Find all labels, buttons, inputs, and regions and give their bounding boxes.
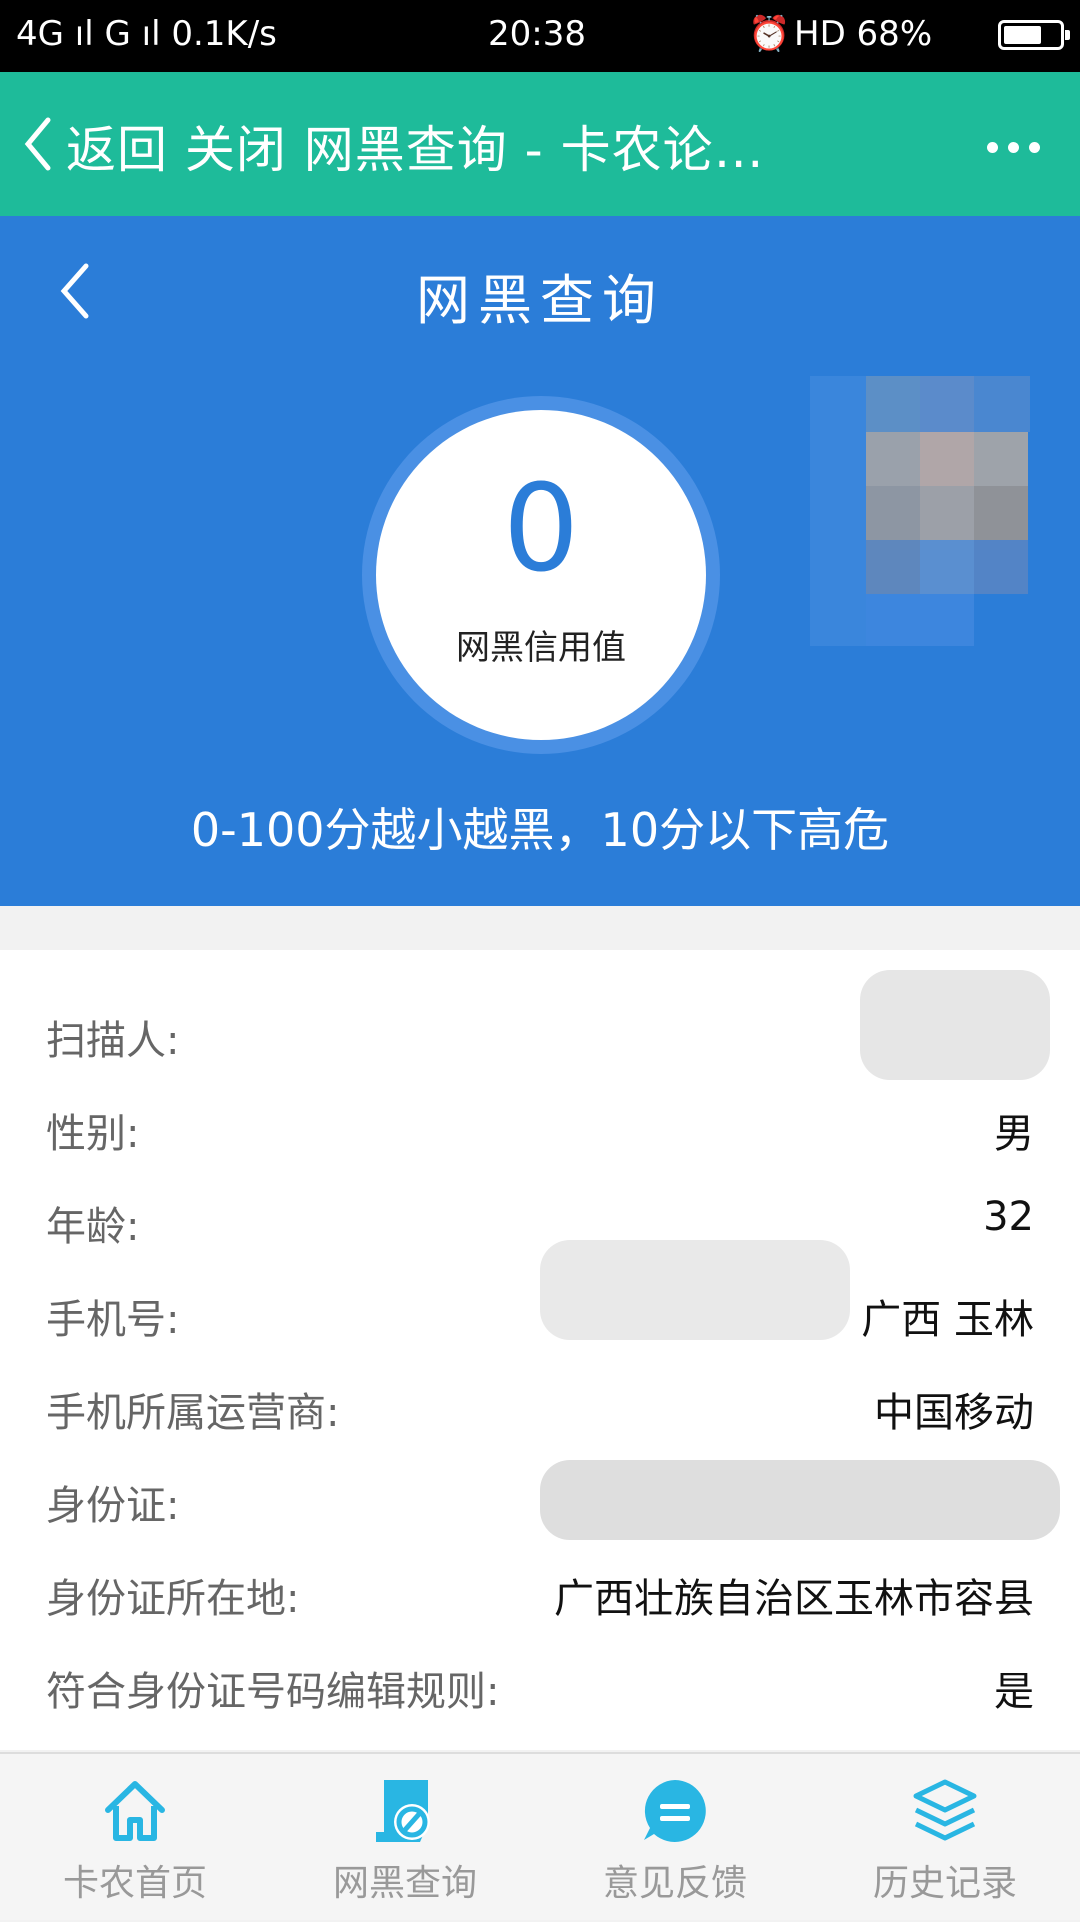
detail-value: 广西 玉林	[861, 1297, 1034, 1343]
detail-label: 身份证所在地:	[46, 1576, 300, 1622]
detail-value: 中国移动	[874, 1390, 1034, 1436]
page-title: 网黑查询	[416, 269, 664, 332]
detail-label: 身份证:	[46, 1483, 180, 1529]
score-note: 0-100分越小越黑，10分以下高危	[190, 803, 890, 857]
redacted-phone	[540, 1240, 850, 1340]
status-time: 20:38	[488, 14, 586, 54]
blacklist-search-icon	[376, 1780, 430, 1842]
tab-label: 历史记录	[872, 1863, 1017, 1904]
more-options-icon[interactable]	[977, 138, 1040, 157]
credit-score-label: 网黑信用值	[456, 628, 626, 668]
battery-fill	[1004, 26, 1041, 44]
tab-blacklist-search[interactable]: 网黑查询	[270, 1754, 540, 1922]
detail-row-carrier: 手机所属运营商: 中国移动	[46, 1372, 1034, 1436]
detail-value: 广西壮族自治区玉林市容县	[554, 1576, 1034, 1622]
wechat-nav-bar: 返回 关闭 网黑查询 - 卡农论…	[0, 72, 1080, 216]
tab-home[interactable]: 卡农首页	[0, 1754, 270, 1922]
detail-value: 男	[994, 1111, 1034, 1157]
detail-row-age: 年龄: 32	[46, 1186, 1034, 1250]
status-indicators: HD 68%	[794, 14, 933, 54]
score-header: 网黑查询 0 网黑信用值 0-100分越小越黑，10分以下高危	[0, 216, 1080, 906]
detail-row-id-location: 身份证所在地: 广西壮族自治区玉林市容县	[46, 1558, 1034, 1622]
feedback-icon	[644, 1780, 706, 1842]
detail-row-id-valid: 符合身份证号码编辑规则: 是	[46, 1651, 1034, 1715]
status-bar: 4G ıl G ıl 0.1K/s 20:38 ⏰ HD 68%	[0, 0, 1080, 72]
tab-label: 卡农首页	[62, 1863, 207, 1904]
score-ring: 0 网黑信用值	[362, 396, 720, 754]
wechat-back-icon[interactable]	[22, 114, 52, 174]
detail-label: 手机号:	[46, 1297, 180, 1343]
tab-label: 网黑查询	[332, 1863, 477, 1904]
status-alarm-icon: ⏰	[748, 14, 791, 54]
tab-feedback[interactable]: 意见反馈	[540, 1754, 810, 1922]
redacted-scanner	[860, 970, 1050, 1080]
tab-label: 意见反馈	[602, 1863, 747, 1904]
avatar	[810, 376, 1040, 646]
wechat-title: 返回 关闭 网黑查询 - 卡农论…	[66, 121, 765, 179]
battery-tip	[1065, 30, 1070, 40]
credit-score: 0	[502, 460, 580, 599]
tab-history[interactable]: 历史记录	[810, 1754, 1080, 1922]
detail-card: 扫描人: 性别: 男 年龄: 32 手机号: 广西 玉林 手机所属运营商: 中国…	[0, 950, 1080, 1750]
history-layers-icon	[913, 1779, 977, 1841]
detail-label: 年龄:	[46, 1204, 140, 1250]
bottom-tab-bar: 卡农首页 网黑查询 意见反馈 历史记录	[0, 1752, 1080, 1920]
detail-label: 扫描人:	[46, 1018, 180, 1064]
detail-label: 符合身份证号码编辑规则:	[46, 1669, 500, 1715]
detail-row-gender: 性别: 男	[46, 1093, 1034, 1157]
detail-label: 手机所属运营商:	[46, 1390, 340, 1436]
detail-value: 32	[983, 1194, 1034, 1240]
home-icon	[105, 1781, 165, 1841]
battery-icon	[998, 20, 1070, 50]
detail-label: 性别:	[46, 1111, 140, 1157]
redacted-id-card	[540, 1460, 1060, 1540]
score-circle: 0 网黑信用值	[376, 410, 706, 740]
detail-value: 是	[994, 1669, 1034, 1715]
status-network: 4G ıl G ıl 0.1K/s	[16, 14, 277, 54]
